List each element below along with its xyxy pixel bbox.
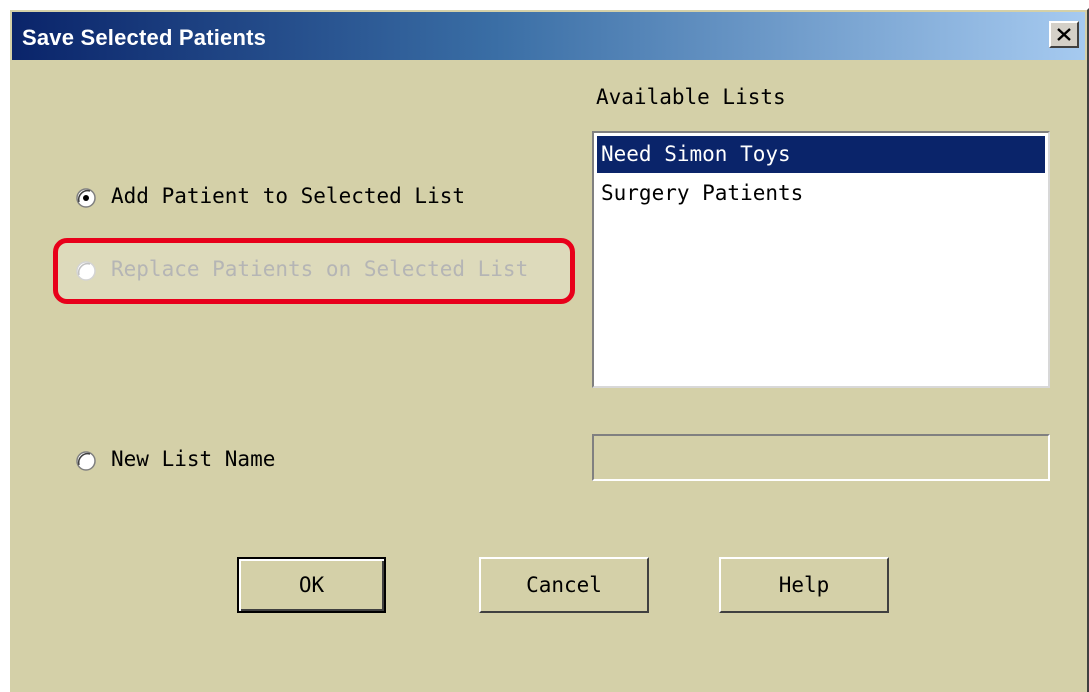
add-patient-radio[interactable] <box>76 188 96 208</box>
available-lists-listbox[interactable]: Need Simon Toys Surgery Patients <box>592 131 1050 388</box>
title-bar[interactable]: Save Selected Patients <box>12 12 1085 60</box>
add-patient-label[interactable]: Add Patient to Selected List <box>111 184 465 208</box>
dialog-title: Save Selected Patients <box>22 25 267 50</box>
new-list-name-input[interactable] <box>592 434 1050 481</box>
ok-button[interactable]: OK <box>237 557 386 613</box>
close-icon <box>1057 28 1071 41</box>
cancel-button[interactable]: Cancel <box>479 557 649 613</box>
new-list-radio[interactable] <box>76 451 96 471</box>
available-lists-label: Available Lists <box>596 85 786 109</box>
highlight-annotation <box>53 238 575 304</box>
new-list-label[interactable]: New List Name <box>111 447 275 471</box>
close-button[interactable] <box>1049 21 1079 48</box>
help-button[interactable]: Help <box>719 557 889 613</box>
list-item[interactable]: Need Simon Toys <box>597 136 1045 173</box>
list-item[interactable]: Surgery Patients <box>597 175 1045 212</box>
